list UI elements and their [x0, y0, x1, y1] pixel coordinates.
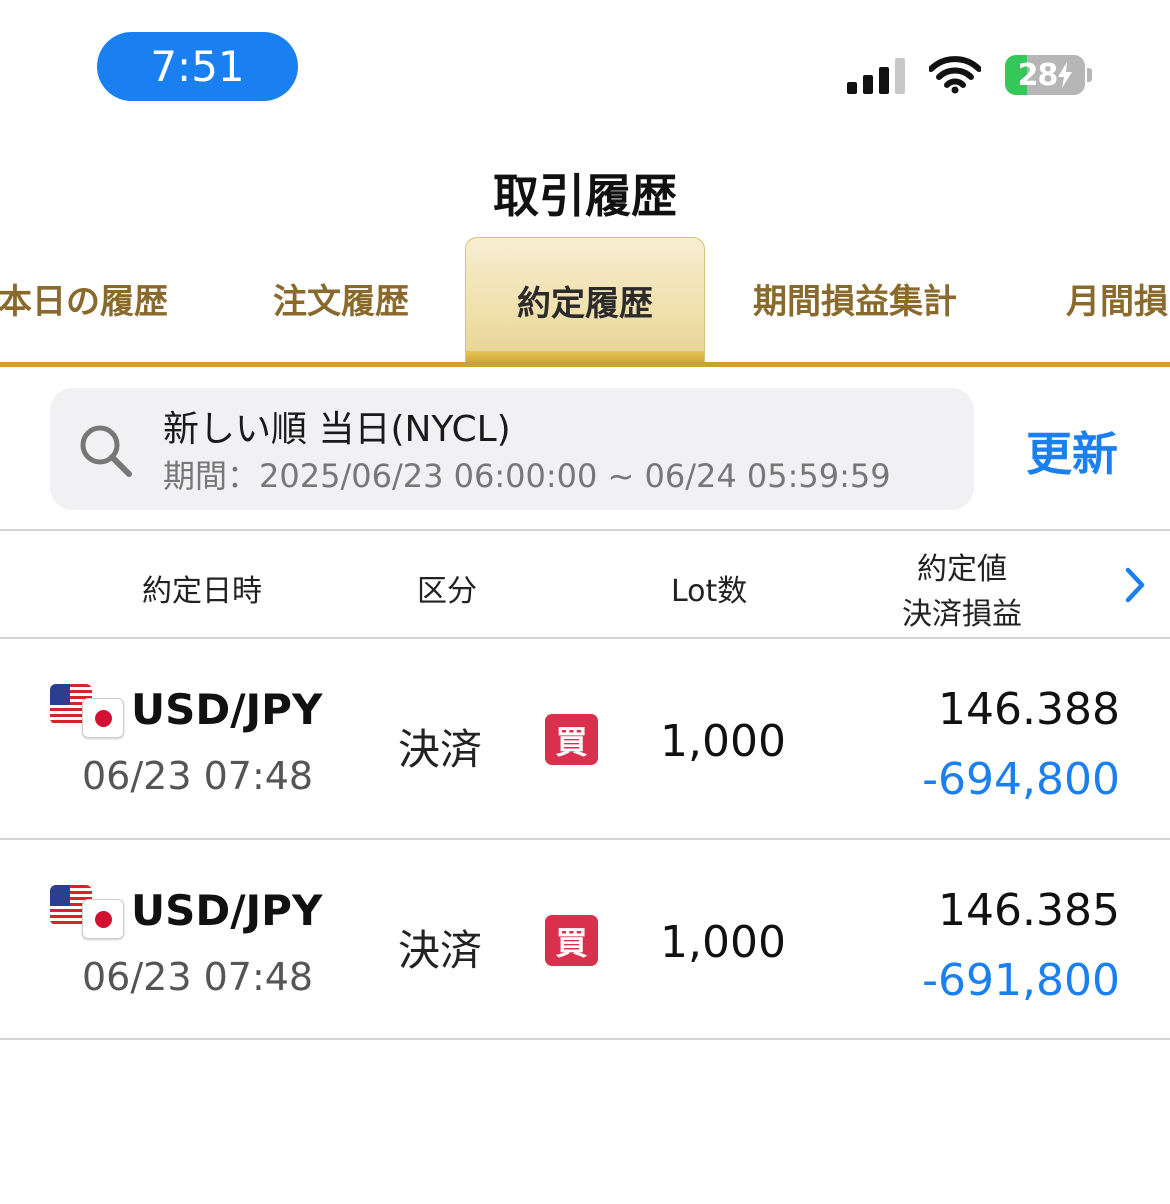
signal-icon: [847, 56, 905, 94]
execution-price: 146.385: [938, 885, 1120, 936]
status-time: 7:51: [97, 32, 298, 101]
trade-kind: 決済: [398, 725, 483, 774]
table-row[interactable]: USD/JPY 06/23 07:48 決済 買 1,000 146.385 -…: [0, 839, 1170, 1039]
currency-flags: [50, 684, 126, 740]
tab-execution-history-label: 約定履歴: [517, 284, 653, 324]
charging-bolt-icon: [1058, 62, 1073, 88]
execution-price: 146.388: [938, 684, 1120, 735]
header-price: 約定値: [917, 552, 1007, 587]
execution-datetime: 06/23 07:48: [82, 754, 314, 798]
battery-level: 28: [1017, 57, 1059, 93]
tab-bar: 本日の履歴 注文履歴 約定履歴 期間損益集計 月間損: [0, 237, 1170, 367]
currency-flags: [50, 885, 126, 941]
currency-pair: USD/JPY: [131, 685, 323, 734]
divider: [0, 1038, 1170, 1040]
refresh-button[interactable]: 更新: [1026, 418, 1118, 484]
settlement-pl: -691,800: [922, 955, 1120, 1006]
tab-today-history[interactable]: 本日の履歴: [0, 274, 168, 323]
jp-flag-icon: [82, 899, 124, 939]
wifi-icon: [929, 56, 981, 94]
filter-sort-label: 新しい順 当日(NYCL): [163, 409, 511, 450]
currency-pair: USD/JPY: [131, 886, 323, 935]
header-kind: 区分: [417, 574, 477, 609]
settlement-pl: -694,800: [922, 754, 1120, 805]
header-datetime: 約定日時: [142, 574, 262, 609]
page-title: 取引履歴: [493, 169, 677, 223]
table-row[interactable]: USD/JPY 06/23 07:48 決済 買 1,000 146.388 -…: [0, 638, 1170, 838]
tab-monthly-pl[interactable]: 月間損: [1066, 274, 1168, 323]
filter-search-box[interactable]: 新しい順 当日(NYCL) 期間：2025/06/23 06:00:00 ~ 0…: [50, 388, 974, 510]
header-lots: Lot数: [671, 574, 748, 609]
lot-count: 1,000: [660, 716, 786, 767]
tab-underline: [0, 362, 1170, 367]
chevron-right-icon[interactable]: [1120, 566, 1150, 604]
buy-badge: 買: [545, 915, 598, 966]
tab-execution-history[interactable]: 約定履歴: [465, 237, 705, 367]
filter-period-label: 期間：2025/06/23 06:00:00 ~ 06/24 05:59:59: [163, 457, 891, 495]
divider: [0, 529, 1170, 531]
tab-period-pl-summary[interactable]: 期間損益集計: [753, 274, 957, 323]
lot-count: 1,000: [660, 917, 786, 968]
search-icon: [80, 425, 132, 477]
battery-tip: [1087, 68, 1092, 82]
trade-kind: 決済: [398, 926, 483, 975]
status-icons: 28: [847, 55, 1092, 95]
tab-order-history[interactable]: 注文履歴: [273, 274, 409, 323]
jp-flag-icon: [82, 698, 124, 738]
execution-datetime: 06/23 07:48: [82, 955, 314, 999]
header-pl: 決済損益: [902, 597, 1022, 632]
buy-badge: 買: [545, 714, 598, 765]
battery-icon: 28: [1005, 55, 1085, 95]
